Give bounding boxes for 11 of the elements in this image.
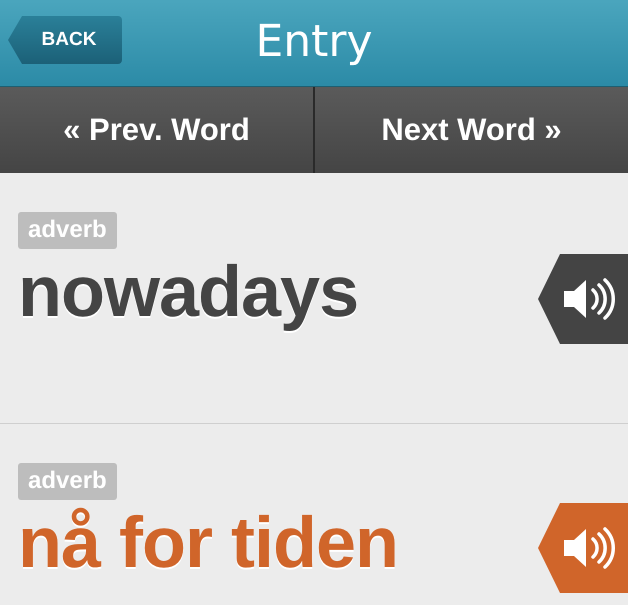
speaker-icon bbox=[562, 276, 616, 322]
entry-word: nå for tiden bbox=[18, 502, 398, 584]
entry-word: nowadays bbox=[18, 251, 358, 333]
part-of-speech-tag: adverb bbox=[18, 463, 117, 500]
nav-button[interactable]: « Prev. Word bbox=[0, 87, 315, 173]
nav-button[interactable]: Next Word » bbox=[315, 87, 628, 173]
speaker-icon bbox=[562, 525, 616, 571]
part-of-speech-tag: adverb bbox=[18, 212, 117, 249]
pronounce-button[interactable] bbox=[538, 254, 628, 344]
page-title: Entry bbox=[255, 16, 373, 68]
back-button[interactable]: BACK bbox=[8, 16, 122, 64]
